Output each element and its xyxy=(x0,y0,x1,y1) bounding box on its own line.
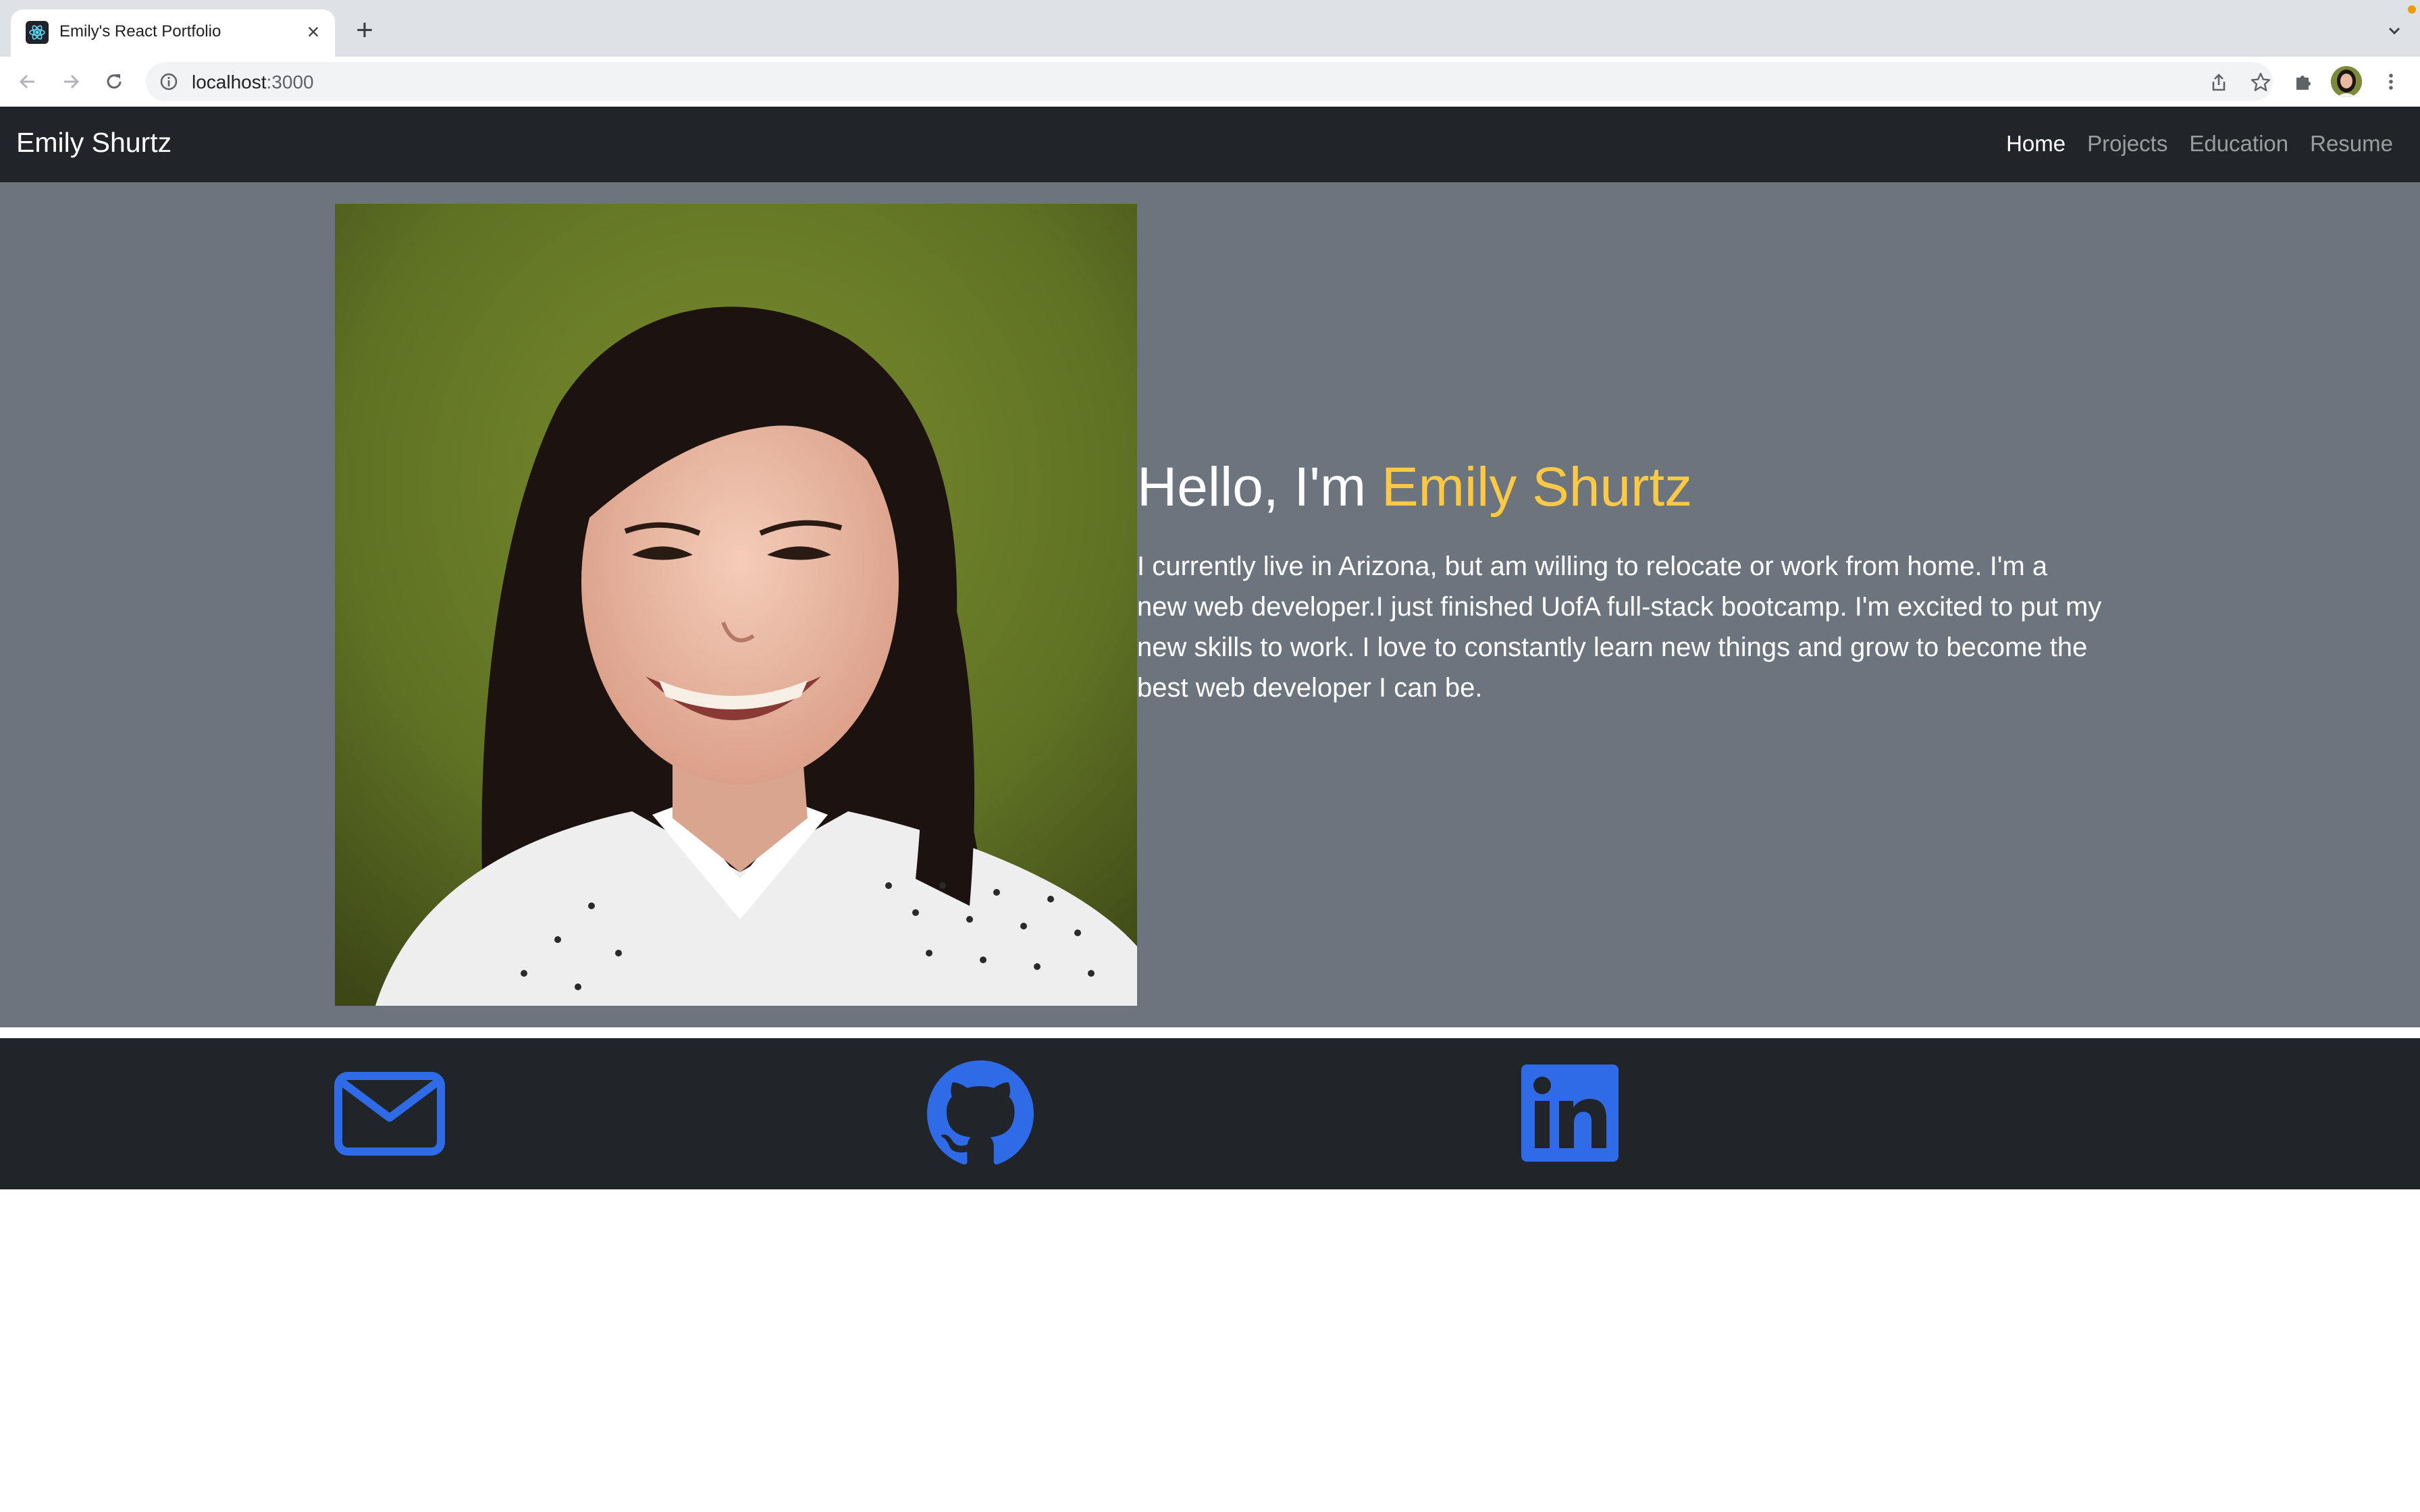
browser-chrome: Emily's React Portfolio × + localhost:30… xyxy=(0,0,2420,107)
browser-tab[interactable]: Emily's React Portfolio × xyxy=(11,9,335,57)
site-navbar: Emily Shurtz Home Projects Education Res… xyxy=(0,107,2420,182)
github-icon[interactable] xyxy=(926,1060,1034,1168)
extensions-puzzle-icon[interactable] xyxy=(2289,68,2317,96)
react-favicon-icon xyxy=(26,21,49,44)
tab-strip: Emily's React Portfolio × + xyxy=(0,0,2420,57)
url-text: localhost:3000 xyxy=(192,72,314,93)
site-info-icon[interactable] xyxy=(158,71,180,92)
bio-paragraph: I currently live in Arizona, but am will… xyxy=(1137,551,2102,703)
share-icon[interactable] xyxy=(2207,70,2231,94)
navbar-brand[interactable]: Emily Shurtz xyxy=(16,127,172,159)
section-divider xyxy=(0,1027,2420,1038)
social-footer xyxy=(0,1038,2420,1189)
profile-photo xyxy=(335,204,1137,1006)
tab-title: Emily's React Portfolio xyxy=(59,22,221,40)
hero-section: Hello, I'm Emily Shurtz I currently live… xyxy=(0,182,2420,1027)
email-icon[interactable] xyxy=(334,1071,446,1157)
greeting-prefix: Hello, I'm xyxy=(1137,456,1382,518)
bookmark-star-icon[interactable] xyxy=(2248,70,2273,94)
profile-avatar[interactable] xyxy=(2331,66,2362,97)
nav-link-projects[interactable]: Projects xyxy=(2087,131,2167,157)
back-arrow-icon[interactable] xyxy=(14,68,42,96)
nav-link-resume[interactable]: Resume xyxy=(2310,131,2393,157)
nav-link-education[interactable]: Education xyxy=(2189,131,2288,157)
reload-icon[interactable] xyxy=(100,68,128,96)
new-tab-button[interactable]: + xyxy=(351,16,378,45)
page-bottom-area xyxy=(0,1189,2420,1512)
linkedin-icon[interactable] xyxy=(1521,1064,1619,1162)
hero-heading: Hello, I'm Emily Shurtz xyxy=(1137,456,2103,519)
hero-text: Hello, I'm Emily Shurtz I currently live… xyxy=(1137,456,2103,708)
nav-links: Home Projects Education Resume xyxy=(2006,131,2393,157)
more-menu-icon[interactable] xyxy=(2377,68,2405,96)
tab-close-icon[interactable]: × xyxy=(301,20,325,45)
forward-arrow-icon[interactable] xyxy=(57,68,85,96)
address-bar[interactable]: localhost:3000 xyxy=(146,62,2273,101)
tab-search-icon[interactable] xyxy=(2382,19,2406,43)
browser-toolbar: localhost:3000 xyxy=(0,57,2420,107)
url-host: localhost xyxy=(192,72,267,92)
update-notification-dot xyxy=(2408,5,2416,14)
url-port: :3000 xyxy=(266,72,314,92)
nav-link-home[interactable]: Home xyxy=(2006,131,2066,157)
greeting-name: Emily Shurtz xyxy=(1381,456,1693,518)
